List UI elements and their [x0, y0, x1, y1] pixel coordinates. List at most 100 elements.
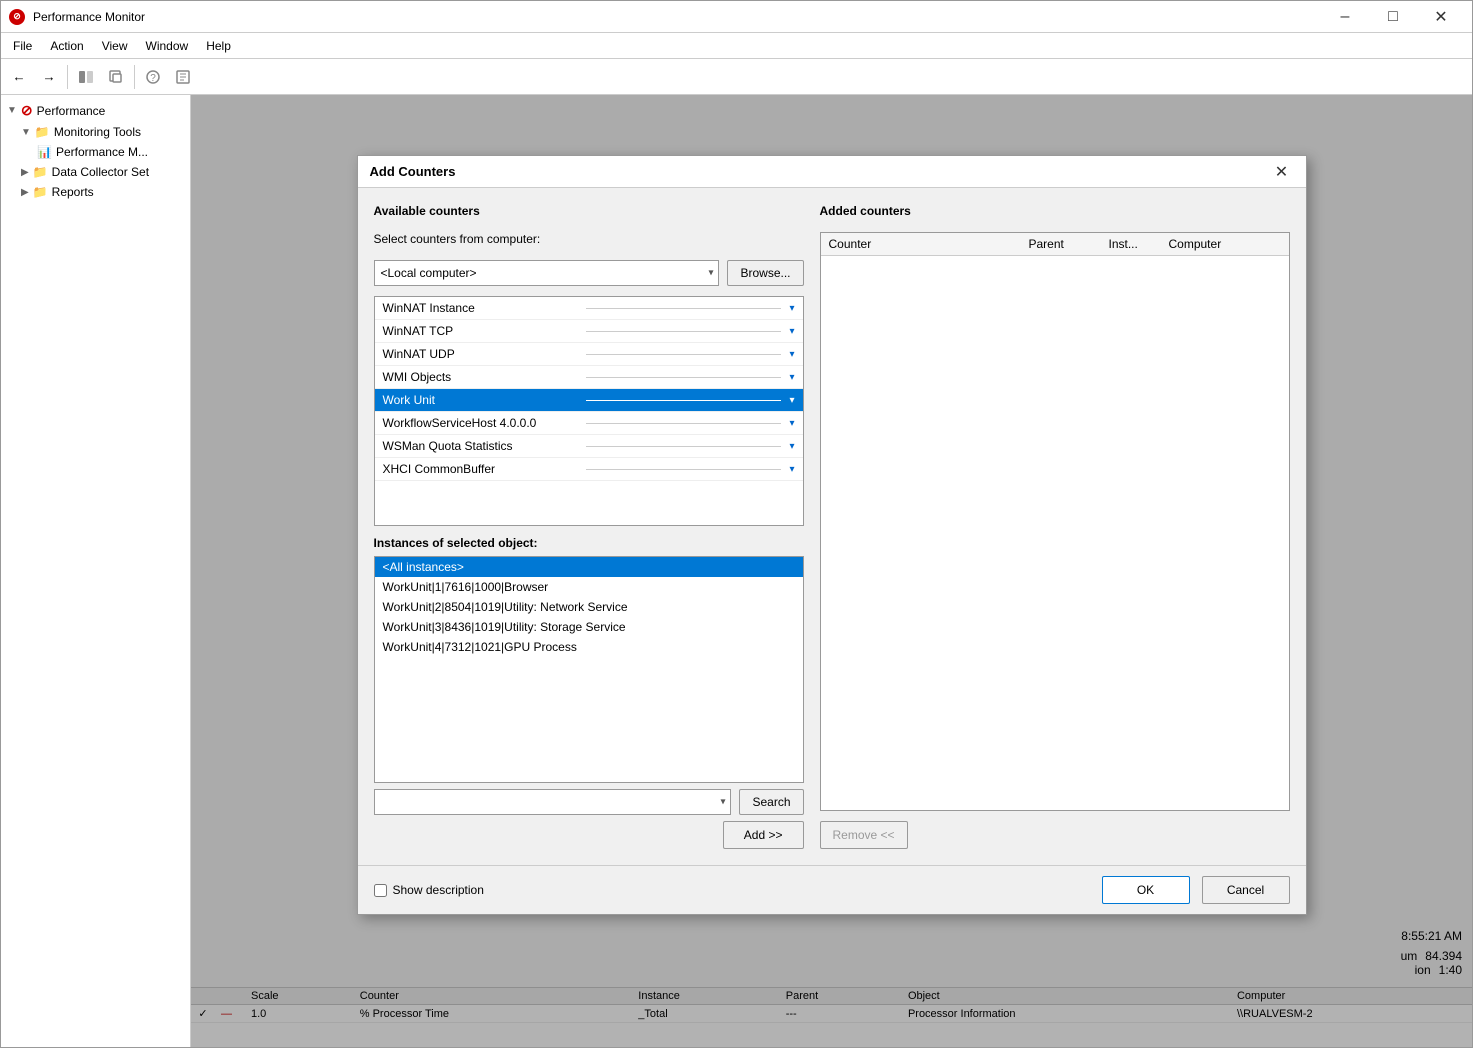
counter-wmi-text: WMI Objects	[383, 370, 578, 384]
added-counters-body	[821, 256, 1289, 810]
performance-icon: ⊘	[21, 102, 33, 119]
instance-2[interactable]: WorkUnit|2|8504|1019|Utility: Network Se…	[375, 597, 803, 617]
close-button[interactable]: ✕	[1418, 3, 1464, 31]
counter-item-xhci[interactable]: XHCI CommonBuffer ▾	[375, 458, 803, 481]
new-window-button[interactable]	[102, 63, 130, 91]
sidebar-item-reports[interactable]: ▶ 📁 Reports	[1, 182, 190, 202]
sep-3	[586, 377, 781, 378]
right-pane: Added counters Counter Parent Inst... Co…	[820, 204, 1290, 849]
properties-button[interactable]	[169, 63, 197, 91]
search-button[interactable]: Search	[739, 789, 803, 815]
toolbar-separator-1	[67, 65, 68, 89]
counter-item-winnat-tcp[interactable]: WinNAT TCP ▾	[375, 320, 803, 343]
available-counters-label: Available counters	[374, 204, 804, 218]
sep-4	[586, 400, 781, 401]
modal-overlay: Add Counters ✕ Available counters Select…	[191, 95, 1472, 1047]
expand-arrow-performance: ▼	[7, 105, 17, 116]
counter-list[interactable]: WinNAT Instance ▾ WinNAT TCP ▾	[374, 296, 804, 526]
expand-arrow-datacollector: ▶	[21, 167, 29, 178]
instance-4[interactable]: WorkUnit|4|7312|1021|GPU Process	[375, 637, 803, 657]
counter-item-winnat-udp[interactable]: WinNAT UDP ▾	[375, 343, 803, 366]
expand-workflow: ▾	[789, 418, 794, 429]
dialog-footer: Show description OK Cancel	[358, 865, 1306, 914]
instance-1[interactable]: WorkUnit|1|7616|1000|Browser	[375, 577, 803, 597]
back-button[interactable]: ←	[5, 63, 33, 91]
counter-item-work-unit[interactable]: Work Unit ▾	[375, 389, 803, 412]
show-description-text: Show description	[393, 883, 484, 897]
counter-winnat-tcp-text: WinNAT TCP	[383, 324, 578, 338]
counter-item-winnat-instance[interactable]: WinNAT Instance ▾	[375, 297, 803, 320]
show-description-checkbox[interactable]	[374, 884, 387, 897]
menu-window[interactable]: Window	[138, 37, 197, 55]
sep-2	[586, 354, 781, 355]
menu-action[interactable]: Action	[42, 37, 91, 55]
counter-workunit-text: Work Unit	[383, 393, 578, 407]
search-select[interactable]	[374, 789, 732, 815]
expand-winnat-instance: ▾	[789, 303, 794, 314]
counter-wsman-text: WSMan Quota Statistics	[383, 439, 578, 453]
expand-arrow-reports: ▶	[21, 187, 29, 198]
instance-3[interactable]: WorkUnit|3|8436|1019|Utility: Storage Se…	[375, 617, 803, 637]
dialog-close-button[interactable]: ✕	[1270, 160, 1294, 184]
menu-bar: File Action View Window Help	[1, 33, 1472, 59]
counter-winnat-instance-text: WinNAT Instance	[383, 301, 578, 315]
forward-button[interactable]: →	[35, 63, 63, 91]
cancel-button[interactable]: Cancel	[1202, 876, 1290, 904]
add-counters-dialog: Add Counters ✕ Available counters Select…	[357, 155, 1307, 915]
search-row: Search	[374, 789, 804, 815]
sidebar-item-monitoring-label: Monitoring Tools	[54, 125, 141, 139]
sep-0	[586, 308, 781, 309]
menu-file[interactable]: File	[5, 37, 40, 55]
counter-item-wmi-objects[interactable]: WMI Objects ▾	[375, 366, 803, 389]
sidebar-item-reports-label: Reports	[52, 185, 94, 199]
expand-wmi: ▾	[789, 372, 794, 383]
counter-xhci-text: XHCI CommonBuffer	[383, 462, 578, 476]
maximize-button[interactable]: □	[1370, 3, 1416, 31]
counter-item-wsman[interactable]: WSMan Quota Statistics ▾	[375, 435, 803, 458]
sidebar-item-performance-monitor[interactable]: 📊 Performance M...	[1, 142, 190, 162]
add-button[interactable]: Add >>	[723, 821, 804, 849]
instances-list[interactable]: <All instances> WorkUnit|1|7616|1000|Bro…	[374, 556, 804, 783]
monitoring-tools-icon: 📁	[35, 125, 50, 139]
show-console-tree-button[interactable]	[72, 63, 100, 91]
expand-arrow-monitoring: ▼	[21, 127, 31, 138]
counter-workflow-text: WorkflowServiceHost 4.0.0.0	[383, 416, 578, 430]
dialog-title-bar: Add Counters ✕	[358, 156, 1306, 188]
expand-winnat-udp: ▾	[789, 349, 794, 360]
window-title: Performance Monitor	[33, 10, 1314, 24]
sidebar-item-datacollector-label: Data Collector Set	[52, 165, 149, 179]
sep-7	[586, 469, 781, 470]
main-panel: 8:55:21 AM um 84.394 ion 1:40	[191, 95, 1472, 1047]
app-icon: ⊘	[9, 9, 25, 25]
sep-6	[586, 446, 781, 447]
instance-all[interactable]: <All instances>	[375, 557, 803, 577]
svg-text:?: ?	[150, 73, 156, 84]
show-description-label[interactable]: Show description	[374, 883, 484, 897]
content-area: ▼ ⊘ Performance ▼ 📁 Monitoring Tools 📊 P…	[1, 95, 1472, 1047]
minimize-button[interactable]: –	[1322, 3, 1368, 31]
ok-button[interactable]: OK	[1102, 876, 1190, 904]
menu-view[interactable]: View	[94, 37, 136, 55]
added-counters-box: Counter Parent Inst... Computer	[820, 232, 1290, 811]
remove-button[interactable]: Remove <<	[820, 821, 908, 849]
counter-winnat-udp-text: WinNAT UDP	[383, 347, 578, 361]
select-from-label: Select counters from computer:	[374, 232, 804, 246]
sep-5	[586, 423, 781, 424]
expand-workunit: ▾	[789, 395, 794, 406]
help-button[interactable]: ?	[139, 63, 167, 91]
perf-monitor-icon: 📊	[37, 145, 52, 159]
sidebar-item-monitoring-tools[interactable]: ▼ 📁 Monitoring Tools	[1, 122, 190, 142]
sidebar-item-performance-label: Performance	[37, 104, 106, 118]
sidebar-item-performance[interactable]: ▼ ⊘ Performance	[1, 99, 190, 122]
counter-item-workflow[interactable]: WorkflowServiceHost 4.0.0.0 ▾	[375, 412, 803, 435]
browse-button[interactable]: Browse...	[727, 260, 803, 286]
toolbar: ← → ?	[1, 59, 1472, 95]
window-controls: – □ ✕	[1322, 3, 1464, 31]
computer-select[interactable]: <Local computer>	[374, 260, 720, 286]
sidebar-item-data-collector[interactable]: ▶ 📁 Data Collector Set	[1, 162, 190, 182]
main-window: ⊘ Performance Monitor – □ ✕ File Action …	[0, 0, 1473, 1048]
col-inst-header: Inst...	[1109, 237, 1169, 251]
menu-help[interactable]: Help	[198, 37, 239, 55]
computer-select-row: <Local computer> Browse...	[374, 260, 804, 286]
data-collector-icon: 📁	[33, 165, 48, 179]
